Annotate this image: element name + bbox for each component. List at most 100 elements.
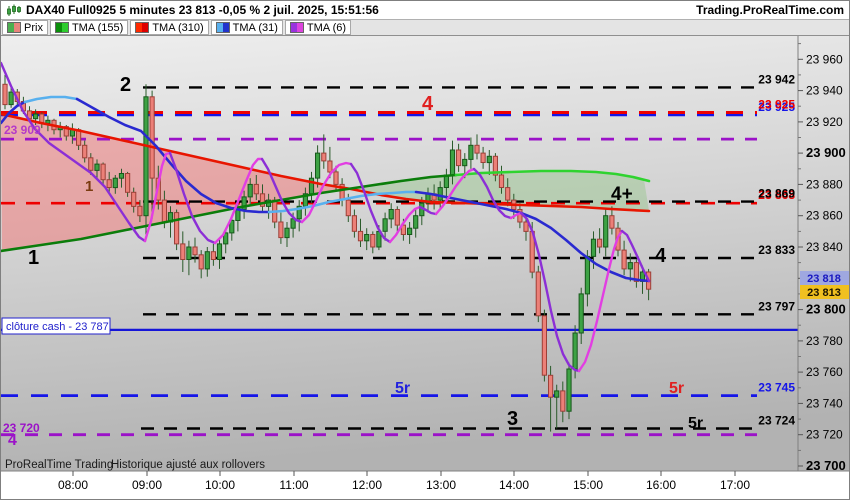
candle-body (498, 174, 505, 188)
footer-right: Historique ajusté aux rollovers (111, 459, 265, 471)
candle-body (8, 91, 14, 106)
y-tick-label: 23 920 (806, 115, 843, 129)
candle-body (566, 368, 572, 412)
candle-body (174, 212, 180, 245)
candle-body (462, 158, 468, 167)
annotation-5r: 5r (669, 380, 684, 397)
annotation-5r: 5r (395, 380, 410, 397)
title-bar: DAX40 Full0925 5 minutes 23 813 -0,05 % … (1, 1, 849, 20)
annotation-3: 3 (507, 408, 518, 430)
price-marker-label: 23 813 (807, 287, 841, 299)
candle-body (94, 163, 100, 171)
candle-body (106, 179, 112, 188)
chart-title: DAX40 Full0925 5 minutes 23 813 -0,05 % … (26, 3, 379, 17)
level-label: 23 745 (758, 381, 795, 395)
candle-body (627, 262, 633, 270)
candle-body (33, 113, 39, 120)
y-tick-label: 23 840 (806, 240, 843, 254)
candle-body (382, 218, 388, 232)
level-label: 23 869 (758, 187, 795, 201)
legend-bar: Prix TMA (155) TMA (310) TMA (31) TMA (6) (1, 20, 849, 36)
left-level-label: 23 720 (3, 421, 40, 435)
site-link[interactable]: Trading.ProRealTime.com (696, 3, 844, 17)
y-tick-label: 23 760 (806, 365, 843, 379)
y-tick-label: 23 960 (806, 52, 843, 66)
x-tick-label: 10:00 (205, 478, 235, 492)
legend-item-tma31[interactable]: TMA (31) (210, 20, 283, 35)
candle-body (333, 171, 339, 185)
prix-color-swatch (7, 22, 21, 33)
legend-item-label: TMA (310) (152, 21, 204, 34)
y-tick-label: 23 860 (806, 209, 843, 223)
x-tick-label: 13:00 (426, 478, 456, 492)
annotation-4+: 4+ (611, 184, 633, 205)
candle-body (118, 173, 125, 179)
candle-body (253, 183, 259, 195)
legend-item-tma310[interactable]: TMA (310) (130, 20, 209, 35)
legend-item-label: Prix (24, 21, 43, 34)
prorealtime-chart-window: DAX40 Full0925 5 minutes 23 813 -0,05 % … (0, 0, 850, 500)
x-tick-label: 16:00 (646, 478, 676, 492)
cloture-cash-label: clôture cash - 23 787 (6, 321, 109, 333)
annotation-5r: 5r (688, 415, 703, 432)
candlestick-icon (6, 4, 22, 17)
price-marker-label: 23 818 (807, 273, 841, 285)
annotation-1: 1 (85, 178, 93, 195)
legend-item-prix[interactable]: Prix (2, 20, 48, 35)
candle-body (88, 157, 94, 171)
legend-item-tma155[interactable]: TMA (155) (49, 20, 129, 35)
candle-body (161, 199, 168, 223)
level-label: 23 797 (758, 299, 795, 313)
candle-body (572, 332, 578, 370)
y-tick-label: 23 880 (806, 177, 843, 191)
candle-body (357, 230, 364, 242)
candle-body (204, 251, 210, 270)
candle-body (535, 271, 541, 317)
annotation-4: 4 (655, 245, 667, 267)
candle-body (198, 254, 204, 270)
left-level-label: 23 909 (4, 123, 41, 137)
y-tick-label: 23 740 (806, 396, 843, 410)
x-tick-label: 11:00 (279, 478, 308, 492)
candle-body (112, 177, 118, 189)
candle-body (413, 215, 419, 229)
candle-body (584, 255, 590, 295)
legend-item-tma6[interactable]: TMA (6) (284, 20, 352, 35)
candle-body (321, 152, 327, 162)
candle-body (315, 152, 321, 179)
candle-body (437, 187, 443, 201)
y-tick-label: 23 900 (806, 145, 846, 160)
x-tick-label: 12:00 (352, 478, 382, 492)
candle-body (351, 215, 357, 232)
candle-body (468, 144, 474, 160)
candle-body (100, 163, 106, 181)
candle-body (364, 234, 370, 242)
candle-body (192, 246, 198, 256)
x-tick-label: 09:00 (132, 478, 162, 492)
candle-body (603, 215, 609, 248)
candle-body (590, 238, 597, 257)
candle-body (235, 209, 241, 221)
x-tick-label: 14:00 (499, 478, 529, 492)
candle-body (284, 227, 290, 239)
y-tick-label: 23 800 (806, 302, 846, 317)
candle-body (486, 155, 492, 164)
candle-body (131, 191, 137, 207)
candle-body (548, 374, 554, 398)
candle-body (143, 96, 149, 217)
price-chart-canvas[interactable]: 23 94223 92523 92523 86823 86923 83323 7… (1, 36, 850, 500)
candle-body (370, 234, 376, 248)
candle-body (186, 246, 192, 260)
y-tick-label: 23 940 (806, 84, 843, 98)
candle-body (327, 160, 333, 173)
candle-body (449, 149, 456, 176)
candle-body (149, 96, 155, 179)
x-tick-label: 17:00 (720, 478, 750, 492)
candle-body (125, 173, 131, 193)
candle-body (523, 221, 529, 232)
candle-body (394, 209, 400, 226)
footer-left: ProRealTime Trading (5, 459, 113, 471)
candle-body (247, 183, 253, 198)
x-tick-label: 08:00 (58, 478, 88, 492)
candle-body (137, 205, 143, 217)
